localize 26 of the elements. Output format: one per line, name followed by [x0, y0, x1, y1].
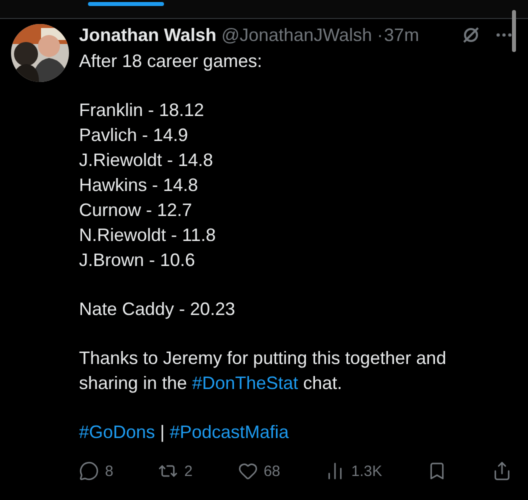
action-count: 1.3K: [351, 462, 382, 480]
author-name[interactable]: Jonathan Walsh: [79, 24, 216, 46]
views-button[interactable]: 1.3K: [325, 461, 382, 481]
separator: ·: [377, 24, 384, 46]
like-button[interactable]: 68: [238, 461, 280, 481]
hashtag-link[interactable]: #DonTheStat: [192, 373, 298, 393]
tweet-text: #GoDons | #PodcastMafia: [79, 421, 290, 444]
action-count: 68: [264, 462, 280, 480]
tweet-text: Nate Caddy - 20.23: [79, 298, 236, 321]
tweet-text: After 18 career games:: [79, 50, 264, 73]
post-time[interactable]: 37m: [384, 24, 420, 46]
share-button[interactable]: [492, 461, 512, 481]
share-icon: [492, 461, 512, 481]
repost-button[interactable]: 2: [158, 461, 193, 481]
speech-bubble-icon: [79, 461, 99, 481]
slashed-circle-icon[interactable]: [461, 25, 481, 45]
heart-icon: [238, 461, 258, 481]
action-count: 2: [184, 462, 193, 480]
hashtag-link[interactable]: #PodcastMafia: [170, 422, 289, 442]
action-count: 8: [105, 462, 114, 480]
scrollbar: [512, 10, 516, 52]
reply-button[interactable]: 8: [79, 461, 114, 481]
author-handle[interactable]: @JonathanJWalsh: [221, 24, 372, 46]
tweet-text: Franklin - 18.12 Pavlich - 14.9 J.Riewoldt - 14.8 Hawkins - 14.8 Curnow - 12.7 N.Riewoldt - 11.8 J.Brown - 10.6: [79, 99, 217, 272]
hashtag-link[interactable]: #GoDons: [79, 422, 156, 442]
tweet-text: Thanks to Jeremy for putting this together and sharing in the #DonTheStat chat.: [79, 347, 448, 395]
